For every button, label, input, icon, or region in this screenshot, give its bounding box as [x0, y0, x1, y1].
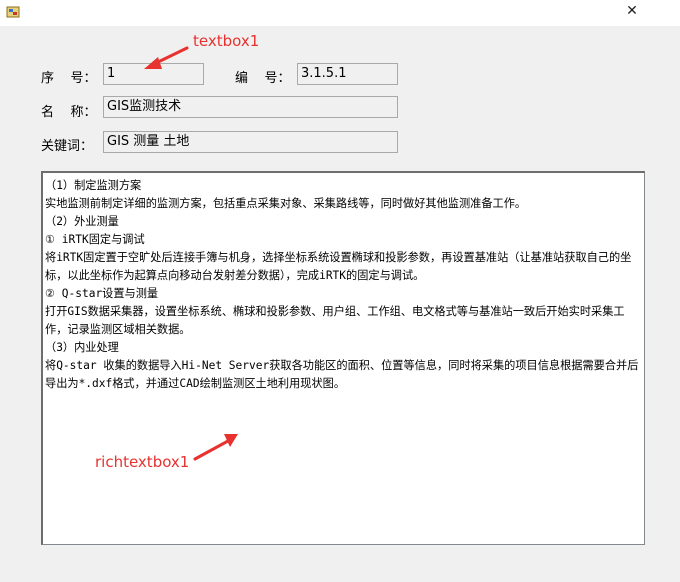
annotation-arrows — [144, 46, 238, 461]
textbox-arrow-icon — [144, 46, 189, 69]
richtextbox-arrow-icon — [193, 434, 238, 461]
